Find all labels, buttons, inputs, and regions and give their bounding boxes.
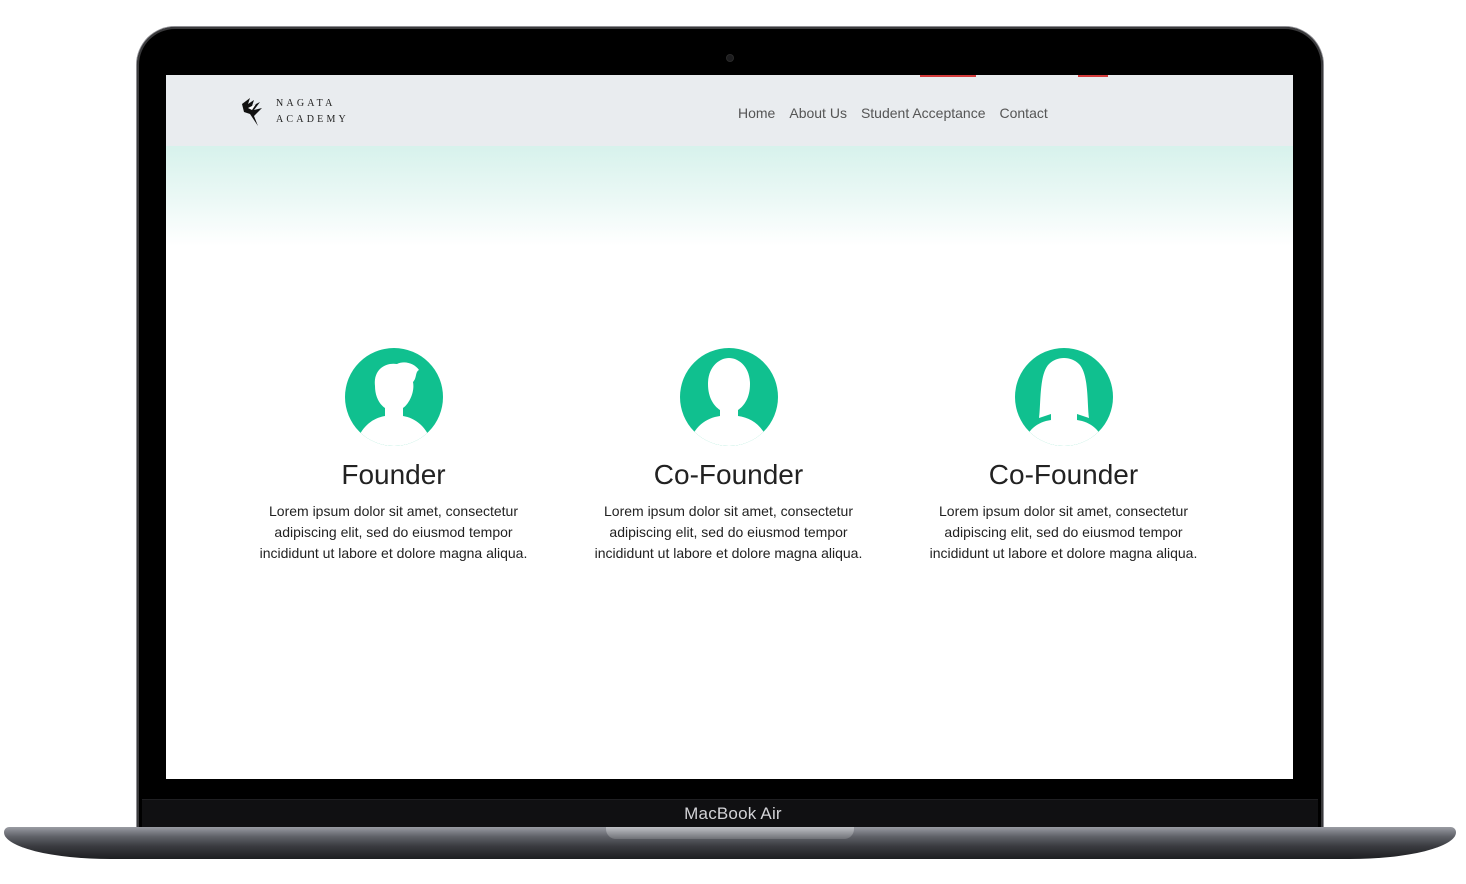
- team-description: Lorem ipsum dolor sit amet, consectetur …: [259, 503, 528, 561]
- team-role: Co-Founder: [653, 459, 804, 490]
- hero-band: [166, 146, 1293, 246]
- nav-contact[interactable]: Contact: [1000, 105, 1048, 121]
- logo-line1: NAGATA: [276, 98, 336, 109]
- male-avatar-icon: [344, 348, 443, 446]
- main-nav: Home About Us Student Acceptance Contact: [738, 105, 1062, 121]
- navbar: NAGATA ACADEMY Home About Us Student Acc…: [166, 75, 1293, 146]
- nav-about-us[interactable]: About Us: [789, 105, 847, 121]
- team-description: Lorem ipsum dolor sit amet, consectetur …: [929, 503, 1198, 561]
- team-card: Co-Founder Lorem ipsum dolor sit amet, c…: [896, 348, 1231, 564]
- team-description: Lorem ipsum dolor sit amet, consectetur …: [594, 503, 863, 561]
- team-card: Co-Founder Lorem ipsum dolor sit amet, c…: [561, 348, 896, 564]
- team-card: Founder Lorem ipsum dolor sit amet, cons…: [226, 348, 561, 564]
- nav-home[interactable]: Home: [738, 105, 775, 121]
- device-label: MacBook Air: [684, 804, 782, 823]
- logo-mark-icon: [242, 98, 262, 126]
- screen: NAGATA ACADEMY Home About Us Student Acc…: [166, 75, 1293, 779]
- person-avatar-icon: [679, 348, 778, 446]
- logo[interactable]: NAGATA ACADEMY: [240, 96, 349, 128]
- camera-icon: [727, 55, 733, 61]
- laptop-notch: [606, 827, 854, 839]
- team-role: Founder: [341, 459, 446, 490]
- logo-line2: ACADEMY: [276, 114, 349, 125]
- female-avatar-icon: [1014, 348, 1113, 446]
- top-edge-accent: [920, 75, 976, 77]
- team-role: Co-Founder: [988, 459, 1139, 490]
- nav-student-acceptance[interactable]: Student Acceptance: [861, 105, 986, 121]
- top-edge-accent: [1078, 75, 1108, 77]
- team-section: Founder Lorem ipsum dolor sit amet, cons…: [226, 348, 1231, 564]
